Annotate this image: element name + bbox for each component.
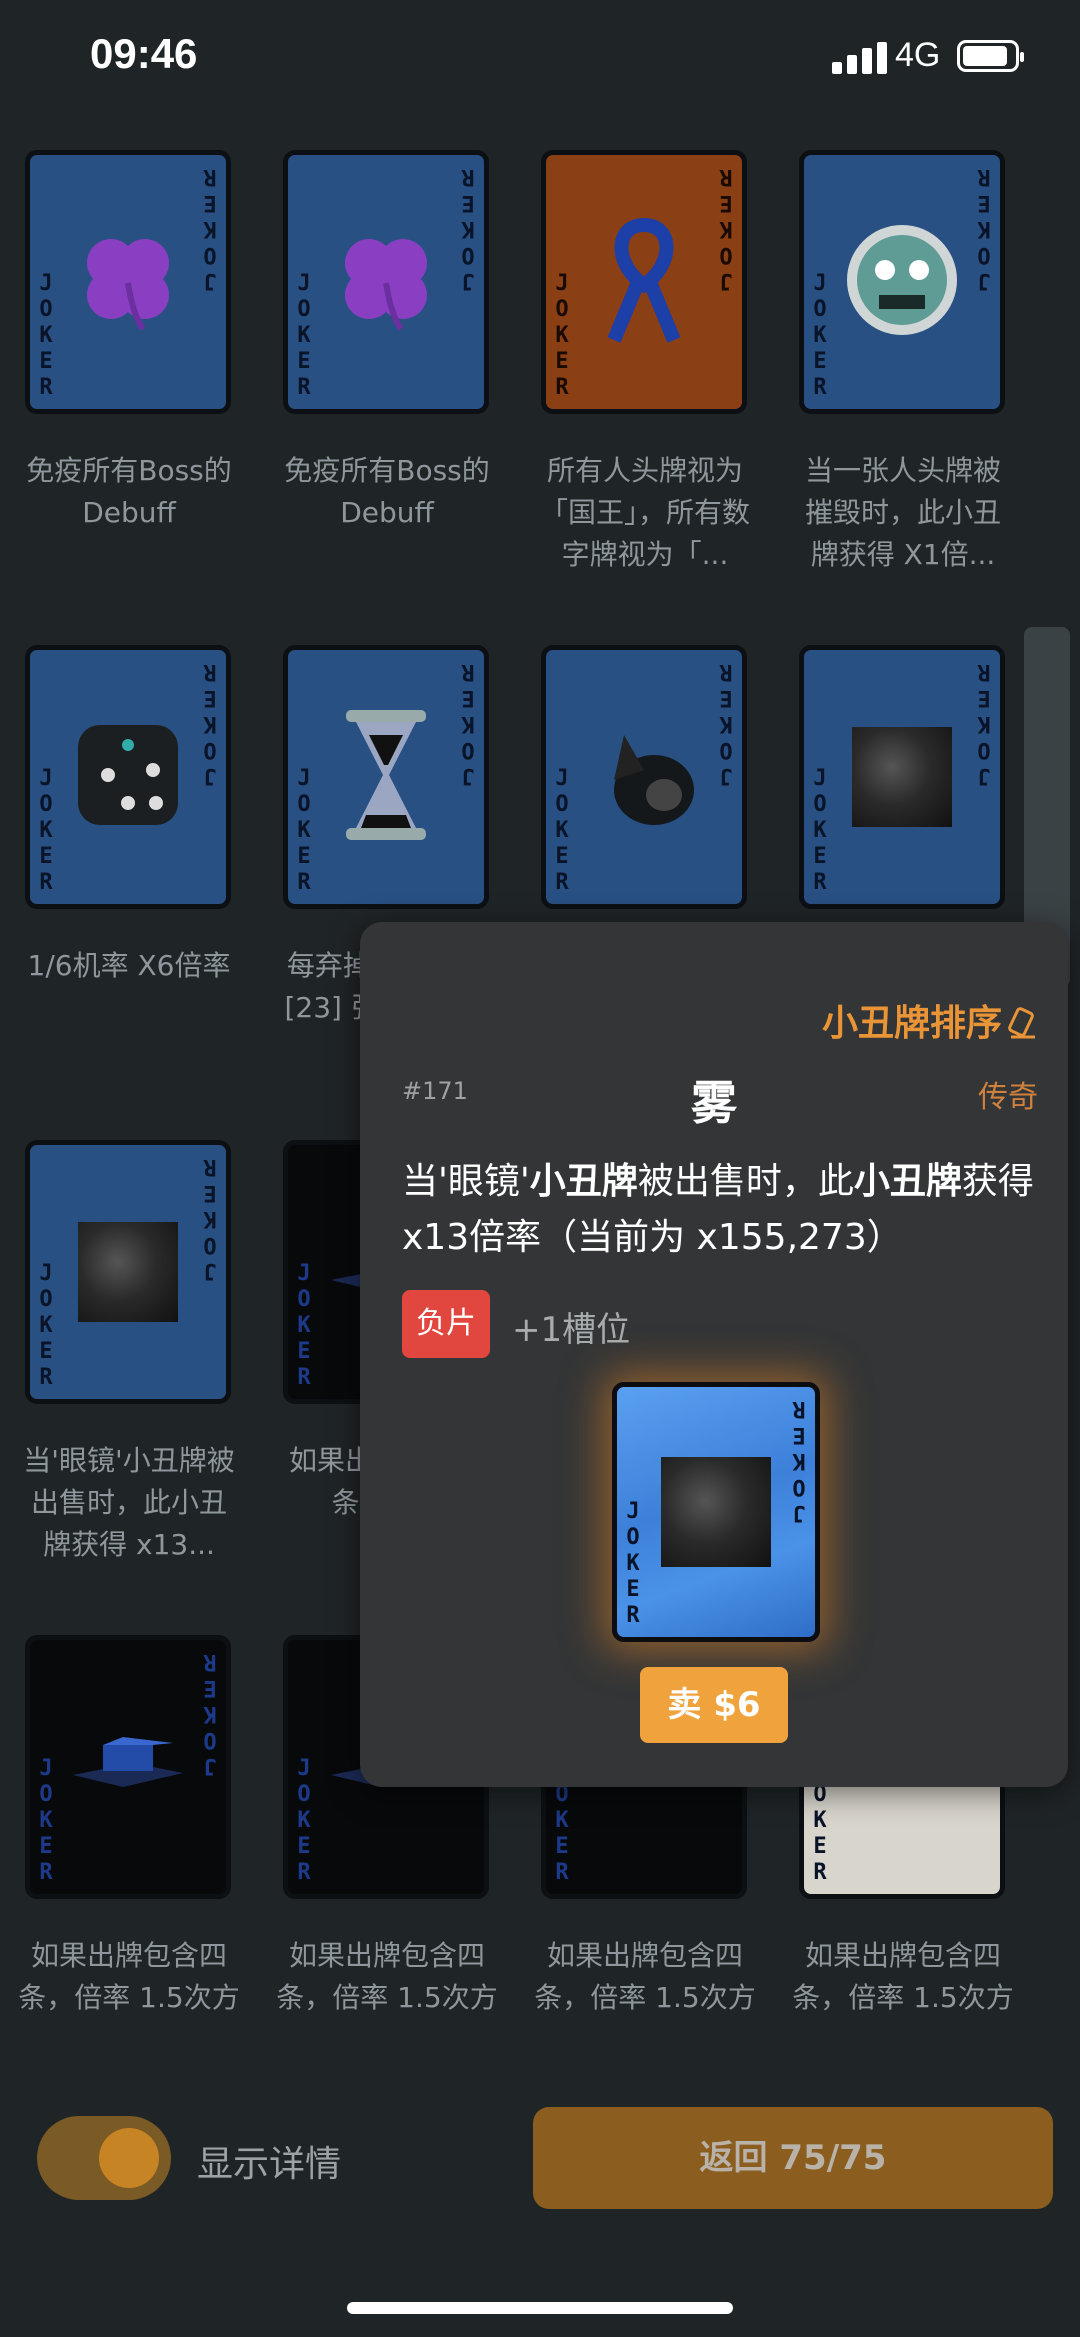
clover-art <box>73 225 183 339</box>
fog-art <box>78 1222 178 1322</box>
effect-part-bold: 小丑牌 <box>529 1161 638 1202</box>
joker-card-description: 如果出牌包含四条，倍率 1.5次方 <box>276 1939 498 2014</box>
joker-card-description: 免疫所有Boss的Debuff <box>26 454 232 529</box>
joker-card-description: 如果出牌包含四条，倍率 1.5次方 <box>534 1939 756 2014</box>
negative-badge: 负片 <box>402 1290 490 1358</box>
joker-corner-text: JOKER <box>297 766 311 895</box>
joker-card[interactable]: JOKER JOKER <box>25 150 231 414</box>
fog-art <box>661 1457 771 1567</box>
joker-card-description: 当一张人头牌被摧毁时，此小丑牌获得 X1倍... <box>804 454 1001 571</box>
joker-corner-text: JOKER <box>203 1649 217 1778</box>
joker-corner-text: JOKER <box>203 1154 217 1283</box>
effect-part: 当'眼镜' <box>402 1161 530 1202</box>
joker-corner-text: JOKER <box>461 659 475 788</box>
joker-corner-text: JOKER <box>792 1396 806 1525</box>
sell-button[interactable]: 卖 $6 <box>640 1667 788 1743</box>
joker-corner-text: JOKER <box>626 1499 640 1628</box>
joker-corner-text: JOKER <box>813 766 827 895</box>
card-effect-text: 当'眼镜'小丑牌被出售时，此小丑牌获得 x13倍率（当前为 x155,273） <box>402 1154 1042 1266</box>
effect-part: 被出售时，此 <box>637 1161 854 1202</box>
joker-card[interactable]: JOKER JOKER <box>25 645 231 909</box>
joker-corner-text: JOKER <box>39 766 53 895</box>
joker-corner-text: JOKER <box>813 271 827 400</box>
toggle-knob <box>99 2128 159 2188</box>
show-details-toggle[interactable] <box>37 2116 171 2200</box>
joker-corner-text: JOKER <box>297 1756 311 1885</box>
joker-corner-text: JOKER <box>461 164 475 293</box>
clover-art <box>331 225 441 339</box>
joker-card-description: 如果出牌包含四条，倍率 1.5次方 <box>18 1939 240 2014</box>
back-button[interactable]: 返回 75/75 <box>533 2107 1053 2209</box>
joker-corner-text: JOKER <box>39 1261 53 1390</box>
joker-sort-label: 小丑牌排序 <box>821 1003 1002 1044</box>
joker-corner-text: JOKER <box>39 1756 53 1885</box>
joker-card-description: 当'眼镜'小丑牌被出售时，此小丑牌获得 x13... <box>23 1444 235 1561</box>
joker-card[interactable]: JOKER JOKER <box>25 1140 231 1404</box>
joker-card[interactable]: JOKER JOKER <box>541 645 747 909</box>
joker-card[interactable]: JOKER JOKER <box>799 645 1005 909</box>
joker-corner-text: JOKER <box>719 164 733 293</box>
card-preview: JOKER JOKER <box>612 1382 820 1642</box>
dice-art <box>68 715 188 839</box>
joker-card-description: 免疫所有Boss的Debuff <box>284 454 490 529</box>
joker-card[interactable]: JOKER JOKER <box>25 1635 231 1899</box>
joker-corner-text: JOKER <box>555 271 569 400</box>
network-type: 4G <box>895 36 941 74</box>
rarity-label: 传奇 <box>978 1080 1038 1115</box>
block-art <box>63 1725 193 1809</box>
card-icon <box>1008 1007 1035 1039</box>
joker-corner-text: JOKER <box>203 164 217 293</box>
ribbon-art <box>604 215 684 349</box>
status-time: 09:46 <box>90 30 198 77</box>
signal-icon <box>832 42 887 74</box>
effect-part-bold: 小丑牌 <box>853 1161 962 1202</box>
home-indicator <box>347 2302 733 2314</box>
joker-card-description: 1/6机率 X6倍率 <box>27 949 231 982</box>
joker-corner-text: JOKER <box>555 766 569 895</box>
fog-art <box>852 727 952 827</box>
battery-icon <box>957 40 1024 72</box>
joker-card-description: 如果出牌包含四条，倍率 1.5次方 <box>792 1939 1014 2014</box>
joker-card-description: 所有人头牌视为「国王」，所有数字牌视为「... <box>539 454 750 571</box>
joker-card[interactable]: JOKER JOKER <box>283 150 489 414</box>
joker-card[interactable]: JOKER JOKER <box>541 150 747 414</box>
mask-art <box>837 215 967 349</box>
joker-corner-text: JOKER <box>203 659 217 788</box>
joker-corner-text: JOKER <box>39 271 53 400</box>
joker-card[interactable]: JOKER JOKER <box>283 645 489 909</box>
shell-art <box>584 715 704 839</box>
joker-corner-text: JOKER <box>977 659 991 788</box>
card-detail-popup: 小丑牌排序 #171 雾 传奇 当'眼镜'小丑牌被出售时，此小丑牌获得 x13倍… <box>360 922 1068 1787</box>
show-details-label: 显示详情 <box>197 2144 342 2185</box>
joker-corner-text: JOKER <box>297 1261 311 1390</box>
hourglass-art <box>341 705 431 849</box>
slot-bonus-text: +1槽位 <box>512 1310 631 1350</box>
joker-corner-text: JOKER <box>719 659 733 788</box>
joker-sort-link[interactable]: 小丑牌排序 <box>822 994 1038 1046</box>
status-bar: 09:46 4G <box>0 0 1080 120</box>
card-name: 雾 <box>691 1076 737 1130</box>
joker-corner-text: JOKER <box>297 271 311 400</box>
joker-card[interactable]: JOKER JOKER <box>799 150 1005 414</box>
joker-corner-text: JOKER <box>977 164 991 293</box>
